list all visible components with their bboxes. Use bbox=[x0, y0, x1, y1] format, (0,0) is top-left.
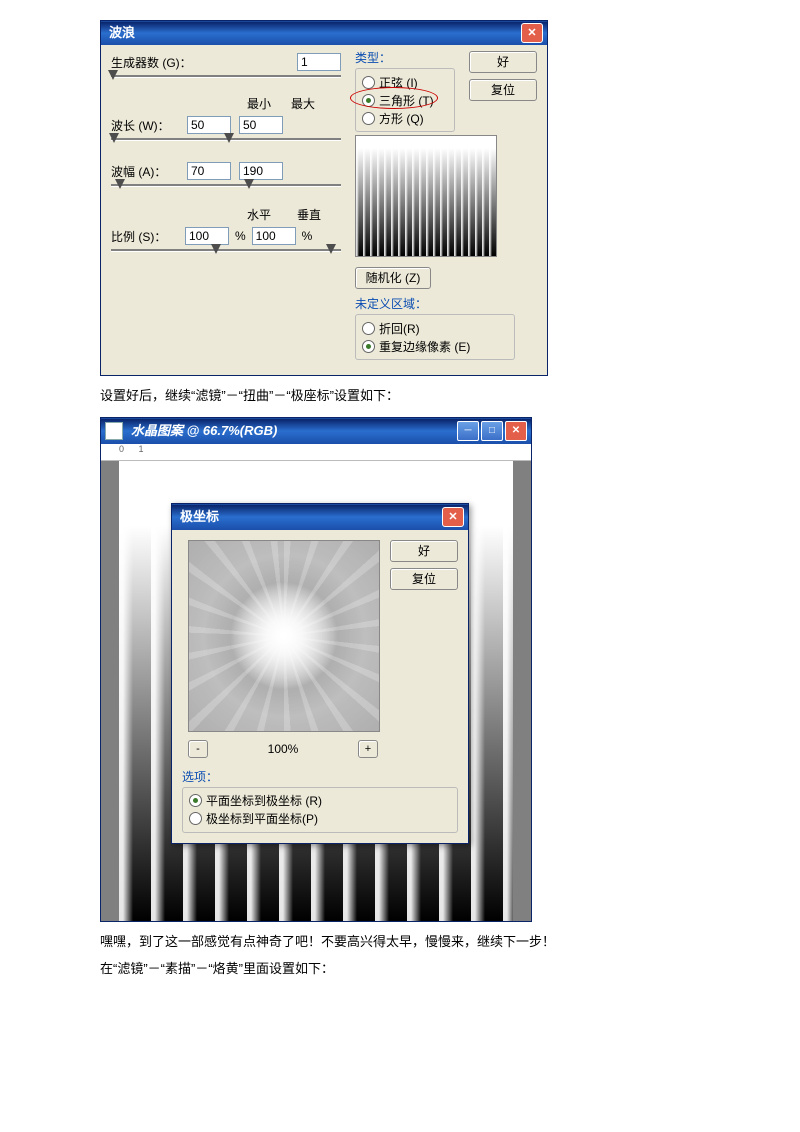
horiz-label: 水平 bbox=[247, 206, 271, 223]
zoom-in-button[interactable]: + bbox=[358, 740, 378, 758]
undefined-wrap-radio[interactable]: 折回(R) bbox=[362, 319, 508, 337]
generators-label: 生成器数 (G)： bbox=[111, 54, 192, 71]
caption-1: 设置好后，继续“滤镜”－“扭曲”－“极座标”设置如下： bbox=[100, 386, 700, 407]
doc-titlebar[interactable]: 水晶图案 @ 66.7%(RGB) ─ □ ✕ bbox=[101, 418, 531, 444]
max-label: 最大 bbox=[291, 95, 315, 112]
caption-3: 在“滤镜”－“素描”－“烙黄”里面设置如下： bbox=[100, 959, 700, 980]
scale-h-input[interactable] bbox=[185, 227, 229, 245]
scale-v-input[interactable] bbox=[252, 227, 296, 245]
zoom-out-button[interactable]: - bbox=[188, 740, 208, 758]
amplitude-min-slider[interactable] bbox=[115, 179, 125, 189]
doc-title: 水晶图案 @ 66.7%(RGB) bbox=[127, 419, 455, 443]
zoom-value: 100% bbox=[268, 742, 299, 756]
amplitude-label: 波幅 (A)： bbox=[111, 163, 179, 180]
scale-label: 比例 (S)： bbox=[111, 228, 179, 245]
generators-slider-thumb[interactable] bbox=[108, 70, 118, 80]
polar-to-rect-radio[interactable]: 极坐标到平面坐标(P) bbox=[189, 810, 451, 828]
polar-title: 极坐标 bbox=[176, 505, 442, 529]
wave-preview bbox=[355, 135, 497, 257]
type-square-radio[interactable]: 方形 (Q) bbox=[362, 109, 448, 127]
polar-reset-button[interactable]: 复位 bbox=[390, 568, 458, 590]
wavelength-max-input[interactable] bbox=[239, 116, 283, 134]
reset-button[interactable]: 复位 bbox=[469, 79, 537, 101]
close-icon[interactable]: ✕ bbox=[442, 507, 464, 527]
polar-titlebar[interactable]: 极坐标 ✕ bbox=[172, 504, 468, 530]
vert-label: 垂直 bbox=[297, 206, 321, 223]
wave-dialog: 波浪 ✕ 生成器数 (G)： 最小 最大 波长 (W)： 波幅 (A)： bbox=[100, 20, 548, 376]
generators-input[interactable] bbox=[297, 53, 341, 71]
wavelength-min-input[interactable] bbox=[187, 116, 231, 134]
wavelength-label: 波长 (W)： bbox=[111, 117, 179, 134]
polar-ok-button[interactable]: 好 bbox=[390, 540, 458, 562]
polar-options-title: 选项： bbox=[182, 768, 458, 785]
wave-dialog-title: 波浪 bbox=[105, 21, 521, 45]
scale-h-slider[interactable] bbox=[211, 244, 221, 254]
document-canvas: 极坐标 ✕ 好 复位 - 100% + 选项： 平面坐标到极坐标 (R) bbox=[101, 461, 531, 921]
wavelength-max-slider[interactable] bbox=[224, 133, 234, 143]
amplitude-max-slider[interactable] bbox=[244, 179, 254, 189]
minimize-icon[interactable]: ─ bbox=[457, 421, 479, 441]
min-label: 最小 bbox=[247, 95, 271, 112]
app-icon bbox=[105, 422, 123, 440]
wavelength-min-slider[interactable] bbox=[109, 133, 119, 143]
undefined-repeat-radio[interactable]: 重复边缘像素 (E) bbox=[362, 337, 508, 355]
wave-dialog-titlebar[interactable]: 波浪 ✕ bbox=[101, 21, 547, 45]
type-triangle-radio[interactable]: 三角形 (T) bbox=[362, 91, 448, 109]
amplitude-min-input[interactable] bbox=[187, 162, 231, 180]
amplitude-max-input[interactable] bbox=[239, 162, 283, 180]
undefined-title: 未定义区域： bbox=[355, 295, 515, 312]
document-window: 水晶图案 @ 66.7%(RGB) ─ □ ✕ 0 1 极坐标 ✕ 好 复位 -… bbox=[100, 417, 532, 922]
rect-to-polar-radio[interactable]: 平面坐标到极坐标 (R) bbox=[189, 792, 451, 810]
caption-2: 嘿嘿，到了这一部感觉有点神奇了吧！不要高兴得太早，慢慢来，继续下一步！ bbox=[100, 932, 700, 953]
maximize-icon[interactable]: □ bbox=[481, 421, 503, 441]
type-title: 类型： bbox=[355, 49, 455, 66]
type-sine-radio[interactable]: 正弦 (I) bbox=[362, 73, 448, 91]
close-icon[interactable]: ✕ bbox=[521, 23, 543, 43]
polar-dialog: 极坐标 ✕ 好 复位 - 100% + 选项： 平面坐标到极坐标 (R) bbox=[171, 503, 469, 844]
close-icon[interactable]: ✕ bbox=[505, 421, 527, 441]
scale-v-slider[interactable] bbox=[326, 244, 336, 254]
polar-preview bbox=[188, 540, 380, 732]
ok-button[interactable]: 好 bbox=[469, 51, 537, 73]
randomize-button[interactable]: 随机化 (Z) bbox=[355, 267, 431, 289]
ruler: 0 1 bbox=[101, 444, 531, 461]
